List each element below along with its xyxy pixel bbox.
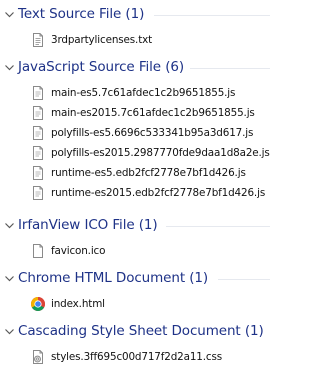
group-header[interactable]: JavaScript Source File (6) bbox=[0, 57, 274, 79]
file-name: favicon.ico bbox=[51, 245, 106, 257]
chevron-down-icon[interactable] bbox=[4, 9, 15, 20]
file-item[interactable]: runtime-es5.edb2fcf2778e7bf1d426.js bbox=[30, 163, 246, 183]
file-name: main-es5.7c61afdec1c2b9651855.js bbox=[51, 87, 236, 99]
group-title: IrfanView ICO File (1) bbox=[18, 217, 158, 233]
group-header[interactable]: Cascading Style Sheet Document (1) bbox=[0, 321, 274, 343]
file-item[interactable]: polyfills-es5.6696c533341b95a3d617.js bbox=[30, 123, 253, 143]
js-file-icon bbox=[33, 126, 43, 140]
chrome-icon bbox=[31, 297, 45, 311]
group-title: Text Source File (1) bbox=[18, 6, 145, 22]
file-item[interactable]: main-es5.7c61afdec1c2b9651855.js bbox=[30, 83, 235, 103]
group-title: JavaScript Source File (6) bbox=[18, 59, 185, 75]
group-javascript-source-file: JavaScript Source File (6) main-es5.7c61… bbox=[0, 57, 274, 200]
file-item[interactable]: main-es2015.7c61afdec1c2b9651855.js bbox=[30, 103, 255, 123]
js-file-icon bbox=[33, 146, 43, 160]
js-file-icon bbox=[33, 186, 43, 200]
file-item[interactable]: styles.3ff695c00d717f2d2a11.css bbox=[30, 347, 222, 367]
js-file-icon bbox=[33, 106, 43, 120]
file-item[interactable]: favicon.ico bbox=[30, 241, 105, 261]
file-explorer-grouped-list: Text Source File (1) 3rdpartylicenses.tx… bbox=[0, 0, 274, 386]
group-title: Chrome HTML Document (1) bbox=[18, 270, 209, 286]
ico-file-icon bbox=[33, 244, 43, 258]
chevron-down-icon[interactable] bbox=[4, 273, 15, 284]
chevron-down-icon[interactable] bbox=[4, 326, 15, 337]
group-header[interactable]: IrfanView ICO File (1) bbox=[0, 215, 274, 237]
group-irfanview-ico-file: IrfanView ICO File (1) favicon.ico bbox=[0, 215, 274, 258]
file-item[interactable]: polyfills-es2015.2987770fde9daa1d8a2e.js bbox=[30, 143, 270, 163]
file-item[interactable]: index.html bbox=[30, 294, 105, 314]
group-divider bbox=[166, 226, 270, 227]
css-file-icon bbox=[33, 350, 43, 364]
group-divider bbox=[218, 279, 270, 280]
chevron-down-icon[interactable] bbox=[4, 220, 15, 231]
chevron-down-icon[interactable] bbox=[4, 62, 15, 73]
file-name: runtime-es2015.edb2fcf2778e7bf1d426.js bbox=[51, 187, 266, 199]
file-name: polyfills-es2015.2987770fde9daa1d8a2e.js bbox=[51, 147, 270, 159]
file-name: 3rdpartylicenses.txt bbox=[51, 34, 153, 46]
group-chrome-html-document: Chrome HTML Document (1) index.html bbox=[0, 268, 274, 311]
group-text-source-file: Text Source File (1) 3rdpartylicenses.tx… bbox=[0, 4, 274, 47]
file-name: styles.3ff695c00d717f2d2a11.css bbox=[51, 351, 223, 363]
file-item[interactable]: runtime-es2015.edb2fcf2778e7bf1d426.js bbox=[30, 183, 265, 203]
file-name: main-es2015.7c61afdec1c2b9651855.js bbox=[51, 107, 255, 119]
file-name: runtime-es5.edb2fcf2778e7bf1d426.js bbox=[51, 167, 246, 179]
text-file-icon bbox=[33, 33, 43, 47]
file-name: polyfills-es5.6696c533341b95a3d617.js bbox=[51, 127, 254, 139]
group-divider bbox=[190, 68, 270, 69]
file-name: index.html bbox=[51, 298, 105, 310]
group-header[interactable]: Chrome HTML Document (1) bbox=[0, 268, 274, 290]
group-header[interactable]: Text Source File (1) bbox=[0, 4, 274, 26]
file-item[interactable]: 3rdpartylicenses.txt bbox=[30, 30, 152, 50]
js-file-icon bbox=[33, 86, 43, 100]
group-title: Cascading Style Sheet Document (1) bbox=[18, 323, 264, 339]
js-file-icon bbox=[33, 166, 43, 180]
group-cascading-style-sheet-document: Cascading Style Sheet Document (1) style… bbox=[0, 321, 274, 364]
group-divider bbox=[154, 15, 270, 16]
